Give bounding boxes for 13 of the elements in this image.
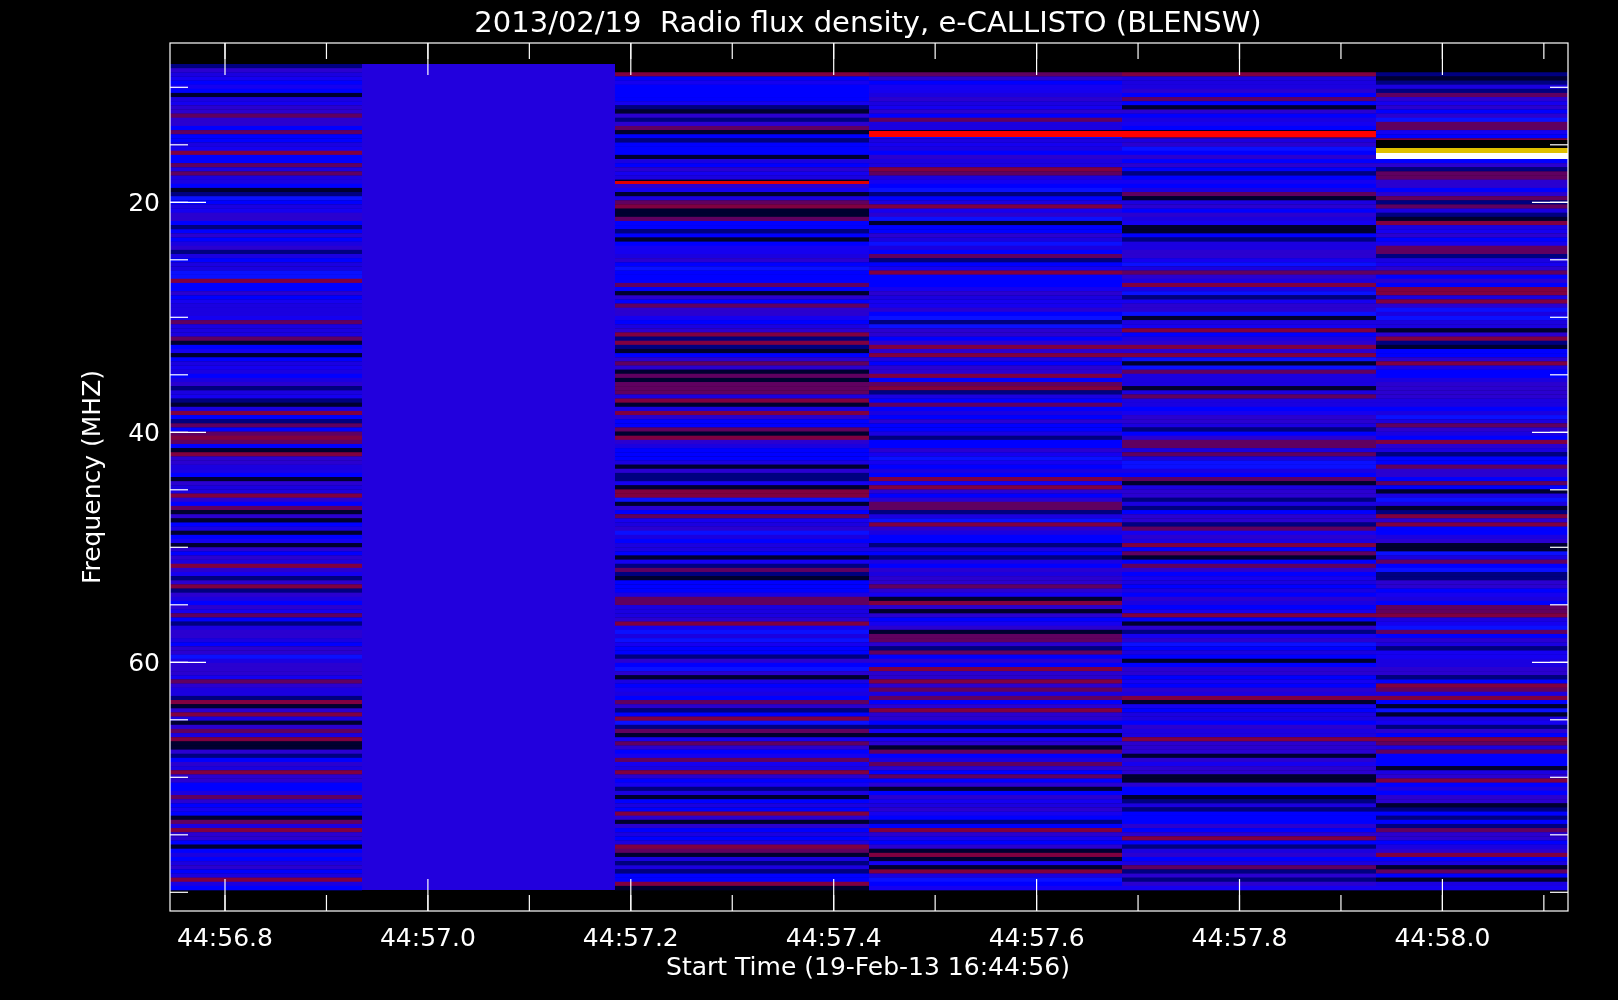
x-tick-label: 44:57.4: [785, 923, 882, 952]
y-tick-label: 60: [128, 648, 160, 678]
x-tick-label: 44:57.0: [379, 923, 476, 952]
y-axis-label: Frequency (MHZ): [77, 369, 106, 585]
y-tick-label: 40: [128, 418, 160, 448]
x-tick-label: 44:56.8: [177, 923, 273, 952]
x-tick-label: 44:57.8: [1191, 923, 1288, 952]
x-tick-label: 44:57.2: [582, 923, 679, 952]
x-tick-label: 44:57.6: [988, 923, 1085, 952]
x-tick-label: 44:58.0: [1394, 923, 1491, 952]
x-axis-label: Start Time (19-Feb-13 16:44:56): [666, 952, 1070, 981]
y-tick-label: 20: [128, 188, 160, 218]
chart-title: 2013/02/19 Radio flux density, e-CALLISTO (BLENSW): [474, 5, 1262, 39]
